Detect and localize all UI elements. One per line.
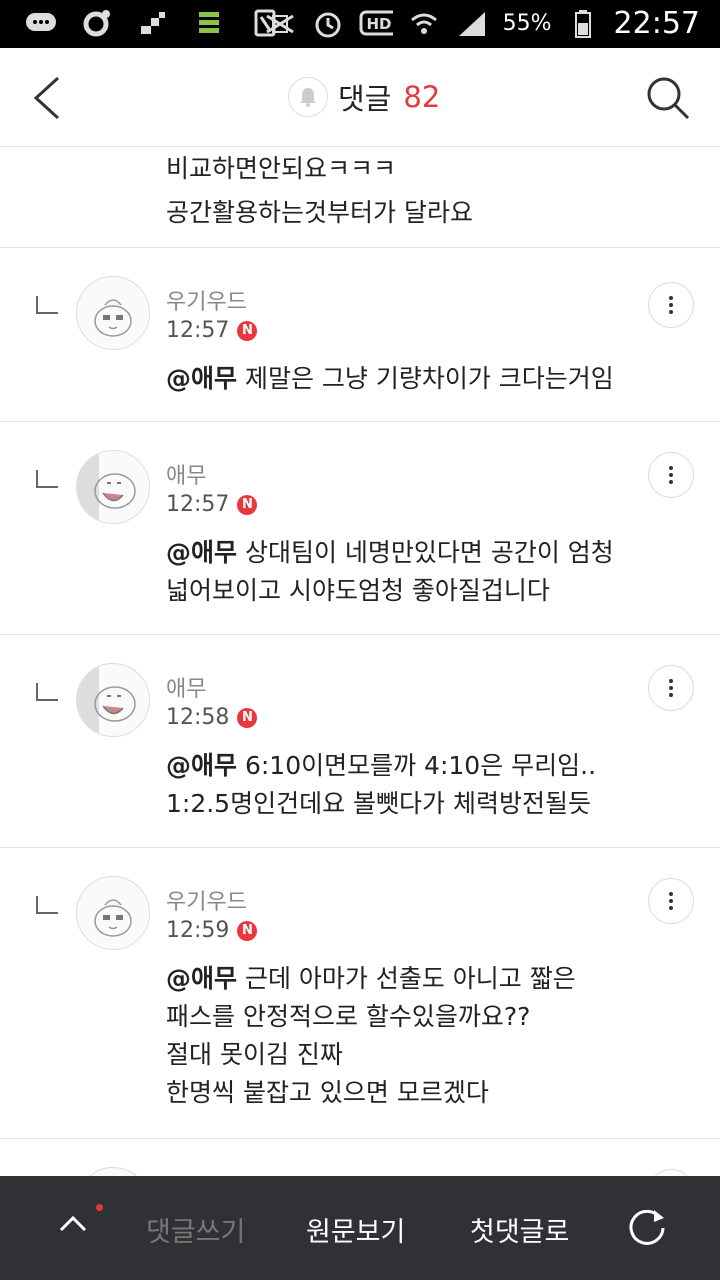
reply-icon	[36, 683, 58, 701]
comment-time: 12:59	[166, 918, 230, 943]
list-icon	[192, 8, 226, 38]
new-badge: N	[237, 494, 258, 515]
comment-time-group: 12:59 N	[166, 918, 258, 943]
comment-item: 우기우드 12:57 N @애무 제말은 그냥 기량차이가 크다는거임	[0, 248, 720, 422]
more-options-button[interactable]	[648, 665, 694, 711]
svg-text:HD: HD	[366, 15, 391, 33]
mention-link[interactable]: @애무	[166, 964, 237, 993]
scroll-top-icon[interactable]	[58, 1210, 88, 1240]
comment-time: 12:57	[166, 492, 230, 517]
battery-icon	[566, 9, 600, 39]
more-options-button[interactable]	[648, 282, 694, 328]
new-badge: N	[237, 920, 258, 941]
new-badge: N	[237, 707, 258, 728]
circle-icon	[80, 8, 114, 38]
more-options-button[interactable]	[648, 452, 694, 498]
view-original-button[interactable]: 원문보기	[306, 1210, 405, 1249]
comment-time: 12:57	[166, 318, 230, 343]
comment-body: @애무 6:10이면모를까 4:10은 무리임.. 1:2.5명인건데요 볼뺏다…	[166, 747, 596, 823]
battery-percent: 55%	[502, 11, 552, 36]
write-comment-button[interactable]: 댓글쓰기	[146, 1210, 245, 1249]
comment-time-group: 12:57 N	[166, 318, 258, 343]
header: 댓글 82	[0, 48, 720, 147]
comment-count: 82	[403, 80, 441, 114]
comment-line: 공간활용하는것부터가 달라요	[166, 198, 473, 227]
avatar[interactable]	[76, 276, 150, 350]
clock: 22:57	[613, 6, 700, 41]
alarm-icon	[311, 9, 345, 39]
comment-body: @애무 제말은 그냥 기량차이가 크다는거임	[166, 360, 614, 398]
avatar[interactable]	[76, 876, 150, 950]
mention-link[interactable]: @애무	[166, 751, 237, 780]
comment-item: 애무 12:58 N @애무 6:10이면모를까 4:10은 무리임.. 1:2…	[0, 635, 720, 848]
comment-author[interactable]: 우기우드	[166, 284, 247, 316]
bottom-action-bar: 댓글쓰기 원문보기 첫댓글로	[0, 1176, 720, 1280]
comment-author[interactable]: 애무	[166, 671, 206, 703]
search-icon[interactable]	[644, 74, 692, 122]
signal-icon	[455, 9, 489, 39]
new-badge: N	[237, 320, 258, 341]
back-icon[interactable]	[28, 74, 68, 122]
message-icon	[24, 8, 58, 38]
notification-dot	[96, 1204, 103, 1211]
reply-icon	[36, 896, 58, 914]
comment-item: 애무 12:57 N @애무 상대팀이 네명만있다면 공간이 엄청 넓어보이고 …	[0, 422, 720, 635]
comment-time-group: 12:58 N	[166, 705, 258, 730]
mute-icon	[263, 9, 297, 39]
comment-item: 우기우드 12:59 N @애무 근데 아마가 선출도 아니고 짧은 패스를 안…	[0, 848, 720, 1139]
reply-icon	[36, 296, 58, 314]
mention-link[interactable]: @애무	[166, 538, 237, 567]
comment-list[interactable]: 비교하면안되요ㅋㅋㅋ 공간활용하는것부터가 달라요 우기우드 12:57 N @…	[0, 147, 720, 1241]
hd-icon: HD	[359, 9, 393, 39]
avatar[interactable]	[76, 663, 150, 737]
refresh-icon[interactable]	[626, 1206, 668, 1248]
reply-icon	[36, 470, 58, 488]
comment-time: 12:58	[166, 705, 230, 730]
comment-text: 제말은 그냥 기량차이가 크다는거임	[237, 364, 614, 393]
avatar[interactable]	[76, 450, 150, 524]
header-title-group: 댓글 82	[288, 76, 440, 118]
mention-link[interactable]: @애무	[166, 364, 237, 393]
comment-line: 비교하면안되요ㅋㅋㅋ	[166, 154, 397, 183]
page-title: 댓글	[338, 82, 392, 116]
status-bar: HD 55% 22:57	[0, 0, 720, 48]
wifi-icon	[407, 9, 441, 39]
comment-item-partial: 비교하면안되요ㅋㅋㅋ 공간활용하는것부터가 달라요	[0, 147, 720, 248]
comment-body: @애무 근데 아마가 선출도 아니고 짧은 패스를 안정적으로 할수있을까요??…	[166, 960, 576, 1112]
comment-time-group: 12:57 N	[166, 492, 258, 517]
comment-body: @애무 상대팀이 네명만있다면 공간이 엄청 넓어보이고 시야도엄청 좋아질겁니…	[166, 534, 614, 610]
first-comment-button[interactable]: 첫댓글로	[470, 1210, 569, 1249]
bell-icon[interactable]	[288, 77, 328, 117]
comment-text: 비교하면안되요ㅋㅋㅋ 공간활용하는것부터가 달라요	[166, 147, 473, 235]
comment-author[interactable]: 우기우드	[166, 884, 247, 916]
bars-icon	[136, 8, 170, 38]
more-options-button[interactable]	[648, 878, 694, 924]
comment-author[interactable]: 애무	[166, 458, 206, 490]
